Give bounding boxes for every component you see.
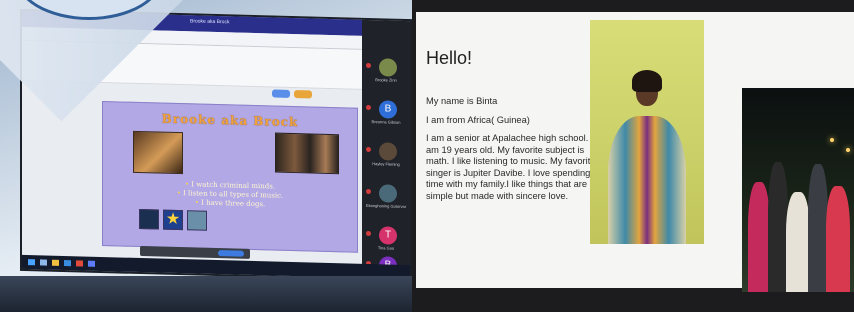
participant-tile[interactable]: T Tina Guo	[366, 226, 406, 253]
night-light	[846, 148, 850, 152]
portrait-hair	[632, 70, 662, 92]
browser-tab-label[interactable]: Brooke aka Brock	[190, 18, 229, 25]
share-button[interactable]	[294, 90, 312, 99]
mic-muted-icon	[366, 188, 371, 195]
participant-name: Breonna Gibson	[371, 119, 401, 125]
participant-name: Tina Guo	[377, 245, 395, 251]
screen-share-banner	[140, 246, 250, 259]
participant-tile[interactable]: Brooke Zinn	[366, 58, 406, 85]
stop-sharing-button[interactable]	[218, 250, 244, 257]
app-icon[interactable]	[88, 260, 95, 267]
participant-tile[interactable]: Hayley Fleming	[366, 142, 406, 169]
participant-tile[interactable]: B Breonna Gibson	[366, 100, 406, 127]
slide-body: My name is Binta I am from Africa( Guine…	[426, 96, 598, 209]
mic-muted-icon	[366, 230, 371, 237]
start-icon[interactable]	[28, 259, 35, 266]
avatar: T	[379, 226, 397, 245]
mic-muted-icon	[366, 146, 371, 153]
person-figure	[786, 192, 810, 292]
avatar: B	[379, 100, 397, 119]
slide-thumbnail-icon	[187, 210, 207, 231]
laptop-photo: Brooke aka Brock Brooke aka Brock I watc…	[0, 0, 412, 312]
slide-thumbnail-icon	[139, 208, 159, 230]
slide-canvas[interactable]: Brooke aka Brock I watch criminal minds.…	[102, 101, 358, 253]
participant-name: Hayley Fleming	[372, 161, 400, 167]
avatar	[379, 142, 397, 161]
slide-paragraph: My name is Binta	[426, 96, 498, 106]
avatar	[379, 58, 397, 77]
slide-title: Brooke aka Brock	[161, 111, 299, 130]
person-figure	[826, 186, 850, 292]
desk-surface	[0, 276, 412, 312]
person-figure	[748, 182, 770, 292]
participant-name: Brooke Zinn	[375, 77, 397, 83]
participant-name: Ekonghoning Gutorvans	[366, 202, 406, 209]
mic-muted-icon	[366, 104, 371, 111]
slide-heading: Hello!	[426, 48, 473, 68]
mic-muted-icon	[366, 62, 371, 69]
slide-bullet-list: I watch criminal minds. I listen to all …	[103, 178, 357, 212]
portrait-photo	[590, 20, 704, 244]
person-figure	[768, 162, 788, 292]
search-icon[interactable]	[40, 259, 47, 266]
presentation-photo: Hello! My name is Binta I am from Africa…	[412, 0, 854, 312]
presentation-slide: Hello! My name is Binta I am from Africa…	[416, 12, 854, 292]
folder-icon[interactable]	[52, 259, 59, 266]
edge-icon[interactable]	[64, 260, 71, 267]
participants-panel: Brooke Zinn B Breonna Gibson Hayley Flem…	[362, 19, 410, 281]
slide-paragraph: I am a senior at Apalachee high school. …	[426, 133, 596, 201]
slide-image-left	[133, 130, 183, 175]
portrait-dress	[608, 116, 686, 244]
slide-image-right	[275, 132, 339, 175]
slide-paragraph: I am from Africa( Guinea)	[426, 114, 530, 125]
avatar	[379, 184, 397, 203]
person-figure	[808, 164, 828, 292]
night-light	[830, 138, 834, 142]
participant-tile[interactable]: Ekonghoning Gutorvans	[366, 184, 406, 211]
present-button[interactable]	[272, 89, 290, 98]
star-icon: ★	[163, 209, 183, 231]
chrome-icon[interactable]	[76, 260, 83, 267]
group-photo	[742, 88, 854, 292]
